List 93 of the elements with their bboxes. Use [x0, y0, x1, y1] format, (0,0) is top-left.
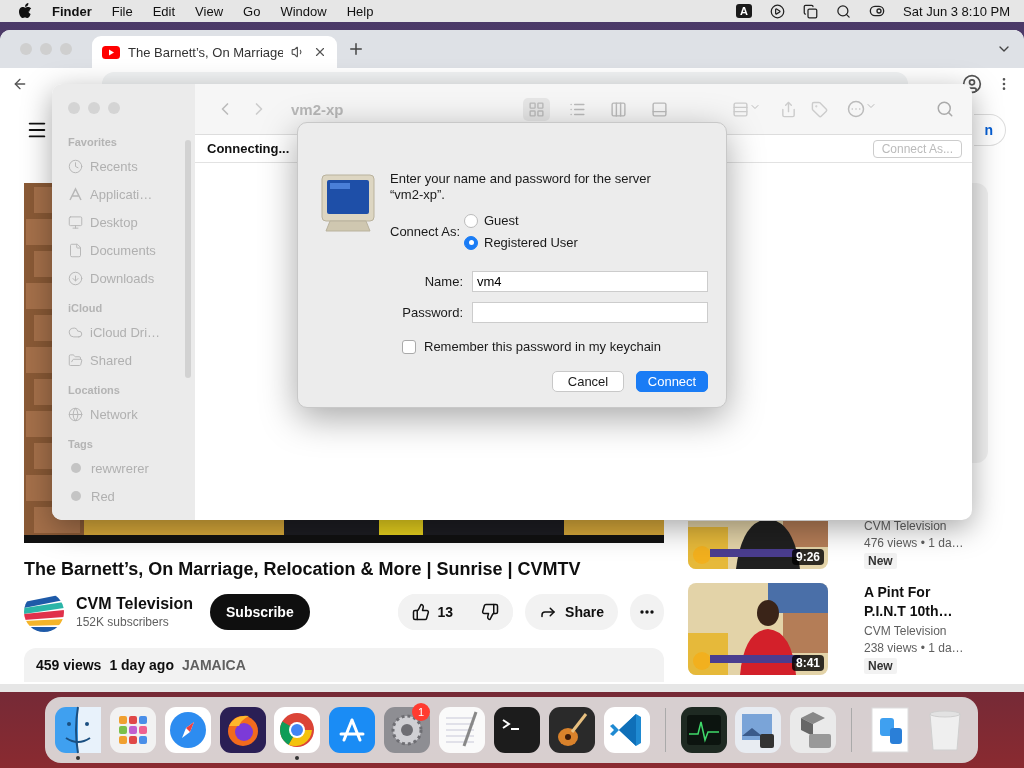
video-duration: 8:41 — [791, 655, 824, 671]
terminal-icon[interactable] — [492, 706, 541, 754]
video-meta: 238 views • 1 da… — [864, 641, 964, 655]
radio-label: Registered User — [484, 235, 578, 250]
settings-icon[interactable] — [383, 706, 432, 754]
video-meta: 476 views • 1 da… — [864, 536, 964, 550]
scroll-bar[interactable] — [185, 140, 191, 378]
menu-item[interactable]: Window — [280, 3, 327, 19]
channel-name[interactable]: CVM Television — [864, 624, 964, 638]
app-menu[interactable]: Finder — [52, 3, 92, 19]
checkbox-label: Remember this password in my keychain — [424, 339, 661, 354]
code-editor-icon[interactable] — [602, 706, 651, 754]
windows-icon[interactable] — [803, 3, 819, 19]
dialog-message: Enter your name and password for the server “vm2-xp”. — [390, 171, 652, 203]
document-icon — [68, 242, 83, 258]
menu-item[interactable]: View — [195, 3, 224, 19]
menu-item[interactable]: Edit — [152, 3, 176, 19]
video-title: The Barnett’s, On Marriage, Relocation & More | Sunrise | CVMTV — [24, 559, 582, 580]
new-badge: New — [864, 553, 897, 569]
new-tab-icon[interactable] — [347, 40, 365, 58]
ellipsis-icon — [640, 610, 654, 614]
tag-dot-icon — [71, 491, 81, 501]
name-field[interactable]: vm4 — [472, 271, 708, 292]
app-store-icon[interactable] — [328, 706, 377, 754]
notification-badge: 1 — [412, 703, 431, 721]
description-box[interactable]: 459 views 1 day ago JAMAICA — [24, 648, 664, 682]
clock-icon — [68, 158, 83, 174]
tag-dot-icon — [71, 463, 81, 473]
location-tag[interactable]: JAMAICA — [182, 657, 246, 673]
video-thumbnail[interactable]: 9:26 — [688, 521, 828, 569]
menu-item[interactable]: Help — [346, 3, 374, 19]
video-title[interactable]: A Pint For P.I.N.T 10th… — [864, 583, 964, 621]
gallery-icon — [651, 100, 668, 118]
radio-icon[interactable] — [464, 235, 478, 250]
browser-wheel-icon[interactable] — [273, 706, 322, 754]
play-logo-icon — [102, 45, 120, 59]
video-duration: 9:26 — [791, 549, 824, 565]
ellipsis-icon — [847, 100, 865, 118]
launchpad-icon[interactable] — [108, 706, 157, 754]
more-button[interactable] — [630, 594, 664, 630]
window-title: vm2-xp — [291, 100, 344, 118]
channel-name[interactable]: CVM Television — [76, 595, 198, 613]
monitor-icon — [320, 173, 376, 235]
close-icon[interactable] — [313, 45, 327, 59]
subscribe-button[interactable]: Subscribe — [210, 594, 310, 630]
back-icon[interactable] — [12, 76, 28, 92]
menu-item[interactable]: File — [111, 3, 133, 19]
finder-icon[interactable] — [53, 706, 102, 754]
video-thumbnail[interactable]: 8:41 — [688, 583, 828, 675]
radio-label: Guest — [484, 213, 519, 228]
radio-icon[interactable] — [464, 213, 478, 228]
boot-camp-icon[interactable] — [789, 706, 838, 754]
fox-globe-icon[interactable] — [218, 706, 267, 754]
thumbs-up-icon — [411, 603, 430, 621]
input-source-icon[interactable]: A — [736, 4, 753, 18]
search-icon[interactable] — [836, 3, 852, 19]
globe-icon — [68, 406, 83, 422]
password-label: Password: — [401, 305, 464, 320]
apple-logo-icon[interactable] — [18, 3, 32, 19]
grid-icon — [528, 100, 545, 118]
status-text: Connecting... — [207, 141, 290, 156]
desktop-icon — [68, 214, 83, 230]
rows-icon — [732, 100, 749, 118]
columns-icon — [610, 100, 627, 118]
activity-monitor-icon[interactable] — [679, 706, 728, 754]
checkbox[interactable] — [402, 339, 416, 354]
new-badge: New — [864, 658, 897, 674]
subscriber-count: 152K subscribers — [76, 615, 170, 629]
shared-folder-icon — [68, 352, 83, 368]
channel-name[interactable]: CVM Television — [864, 519, 964, 533]
radio-option[interactable]: Registered User — [464, 235, 708, 250]
connect-button[interactable]: Connect — [636, 371, 708, 392]
menu-clock[interactable]: Sat Jun 3 8:10 PM — [903, 3, 1010, 19]
guitar-icon[interactable] — [547, 706, 596, 754]
thumbs-down-icon — [481, 603, 500, 621]
notepad-icon[interactable] — [438, 706, 487, 754]
menu-item[interactable]: Go — [243, 3, 261, 19]
scroll-bar[interactable] — [0, 684, 1024, 692]
connect-as-label: Connect As: — [390, 224, 462, 239]
cloud-icon — [68, 324, 83, 340]
upload-age: 1 day ago — [109, 657, 174, 673]
play-icon[interactable] — [770, 3, 786, 19]
control-center-icon[interactable] — [869, 3, 886, 19]
password-field[interactable] — [472, 302, 708, 323]
download-icon — [68, 270, 83, 286]
photo-preview-icon[interactable] — [734, 706, 783, 754]
applications-icon — [68, 186, 83, 202]
view-count: 459 views — [36, 657, 102, 673]
radio-option[interactable]: Guest — [464, 213, 708, 228]
share-button[interactable]: Share — [525, 594, 618, 630]
compass-icon[interactable] — [163, 706, 212, 754]
name-label: Name: — [423, 274, 464, 289]
cancel-button[interactable]: Cancel — [552, 371, 624, 392]
